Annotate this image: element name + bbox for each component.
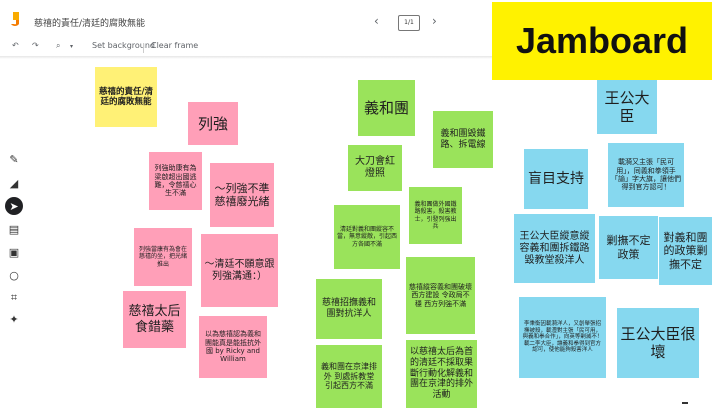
sticky-note[interactable]: 載漪又主張「民可用」，同義和拳領手「諭」字大旗，讓他們得到官方認可！: [608, 143, 684, 207]
sticky-note[interactable]: ～清廷不願意跟列強溝通：）: [201, 234, 278, 307]
sticky-note[interactable]: ～列強不準慈禧廢光緒: [210, 163, 274, 227]
sticky-note-icon[interactable]: ▤: [4, 220, 24, 238]
sticky-note[interactable]: 王公大臣很壞: [617, 308, 699, 378]
frame-indicator[interactable]: 1/1: [398, 15, 420, 31]
sticky-note[interactable]: 義和團在京津排外 到處拆教堂 引起西方不滿: [316, 345, 382, 408]
undo-icon[interactable]: ↶: [12, 41, 19, 50]
scroll-indicator[interactable]: [682, 402, 688, 404]
text-box-icon[interactable]: ⌗: [4, 289, 24, 307]
sticky-note[interactable]: 義和團: [358, 80, 415, 136]
circle-icon[interactable]: ○: [4, 266, 24, 284]
sticky-note[interactable]: 對義和團的政策剿撫不定: [659, 217, 712, 285]
sticky-note[interactable]: 義和團毀鐵路、拆電線: [433, 111, 493, 168]
sticky-note[interactable]: 王公大臣縱意縱容義和團拆鐵路毀教堂殺洋人: [514, 214, 595, 283]
eraser-icon[interactable]: ◢: [4, 174, 24, 192]
sticky-note[interactable]: 列強當康有為會在慈禧的坐，把光緒推出: [134, 228, 192, 286]
sticky-note[interactable]: 慈禧太后食錯藥: [123, 291, 186, 348]
sticky-note[interactable]: 列強助康有為梁啟超出國逃難，令慈禧心生不滿: [149, 152, 202, 210]
document-title[interactable]: 慈禧的責任/清廷的腐敗無能: [34, 16, 145, 29]
zoom-icon[interactable]: ⌕: [56, 41, 60, 51]
next-frame-icon[interactable]: ›: [432, 14, 437, 28]
jamboard-brand-label: Jamboard: [492, 2, 712, 80]
sticky-note[interactable]: 以慈禧太后為首的清廷不採取果斷行動化解義和團在京津的排外活動: [406, 340, 477, 408]
jamboard-logo-icon: [11, 12, 19, 26]
sticky-note[interactable]: 以為慈禧認為義和團能真是能抵抗外國 by Ricky and William: [199, 316, 267, 378]
sticky-note[interactable]: 剿撫不定政策: [599, 216, 658, 279]
redo-icon[interactable]: ↷: [32, 41, 39, 50]
sticky-note[interactable]: 大刀會紅燈照: [348, 145, 402, 191]
sticky-note[interactable]: 義和團做外國鐵路殺害，殺害教士，引發列強出兵: [409, 187, 462, 244]
zoom-dropdown-icon[interactable]: ▾: [70, 43, 73, 50]
sticky-note[interactable]: 王公大臣: [597, 80, 657, 134]
laser-icon[interactable]: ✦: [4, 310, 24, 328]
set-background-button[interactable]: Set background: [92, 41, 155, 50]
sticky-note[interactable]: 盲目支持: [524, 149, 588, 209]
sticky-note[interactable]: 慈禧招撫義和團對抗洋人: [316, 279, 382, 339]
sticky-note[interactable]: 慈禧縱容義和團破壞西方建設 令政局不穩 西方列強不滿: [406, 257, 475, 334]
sticky-note[interactable]: 清廷對義和團縱容不當，無意縱敵，引起西方各國不滿: [334, 205, 400, 269]
toolbar-divider: [143, 43, 144, 53]
sticky-note[interactable]: 李秉衡因載漪洋人，又創舉張招撫被殺，載灃對主張「民可用，與義和拳合作」，向英等剿…: [519, 297, 606, 378]
clear-frame-button[interactable]: Clear frame: [151, 41, 198, 50]
image-icon[interactable]: ▣: [4, 243, 24, 261]
pen-icon[interactable]: ✎: [4, 150, 24, 168]
sticky-note[interactable]: 列強: [188, 102, 238, 145]
previous-frame-icon[interactable]: ‹: [374, 14, 379, 28]
sticky-note[interactable]: 慈禧的責任/清廷的腐敗無能: [95, 67, 157, 127]
select-icon[interactable]: ➤: [5, 197, 23, 215]
